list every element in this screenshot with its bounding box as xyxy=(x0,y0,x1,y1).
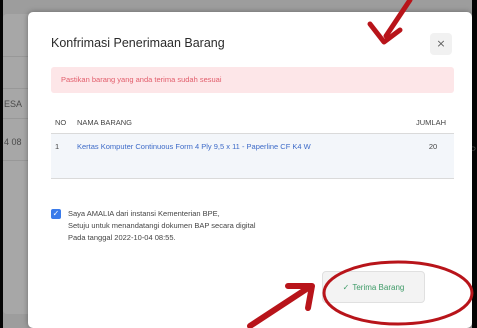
annotation-arrow-up-right xyxy=(247,283,315,328)
cell-qty: 20 xyxy=(412,133,454,179)
close-icon: × xyxy=(436,37,446,50)
table-row: 1 Kertas Komputer Continuous Form 4 Ply … xyxy=(51,133,454,179)
annotation-circle xyxy=(322,260,474,326)
column-header-qty: JUMLAH xyxy=(412,111,454,134)
warning-alert: Pastikan barang yang anda terima sudah s… xyxy=(51,67,454,93)
screenshot-frame: ESA 4 08 P Konfrimasi Penerimaan Barang … xyxy=(0,0,477,328)
alert-text: Pastikan barang yang anda terima sudah s… xyxy=(61,75,222,84)
consent-line-2: Setuju untuk menandatangi dokumen BAP se… xyxy=(68,221,256,230)
close-button[interactable]: × xyxy=(430,33,452,55)
cell-item-name: Kertas Komputer Continuous Form 4 Ply 9,… xyxy=(73,133,412,179)
background-cell-fragment: 4 08 xyxy=(4,137,22,147)
items-table: NO NAMA BARANG JUMLAH 1 Kertas Komputer … xyxy=(51,111,454,179)
modal-title: Konfrimasi Penerimaan Barang xyxy=(51,36,225,50)
background-header-fragment: ESA xyxy=(4,99,23,109)
consent-checkbox[interactable]: ✓ xyxy=(51,209,61,219)
consent-line-1: Saya AMALIA dari instansi Kementerian BP… xyxy=(68,209,220,218)
check-icon: ✓ xyxy=(52,209,60,218)
column-header-name: NAMA BARANG xyxy=(73,111,412,134)
cell-no: 1 xyxy=(51,133,73,179)
table-header-row: NO NAMA BARANG JUMLAH xyxy=(51,111,454,134)
annotation-arrow-down xyxy=(367,0,413,45)
column-header-no: NO xyxy=(51,111,73,134)
consent-text: Saya AMALIA dari instansi Kementerian BP… xyxy=(68,208,256,244)
consent-line-3: Pada tanggal 2022-10-04 08:55. xyxy=(68,233,176,242)
